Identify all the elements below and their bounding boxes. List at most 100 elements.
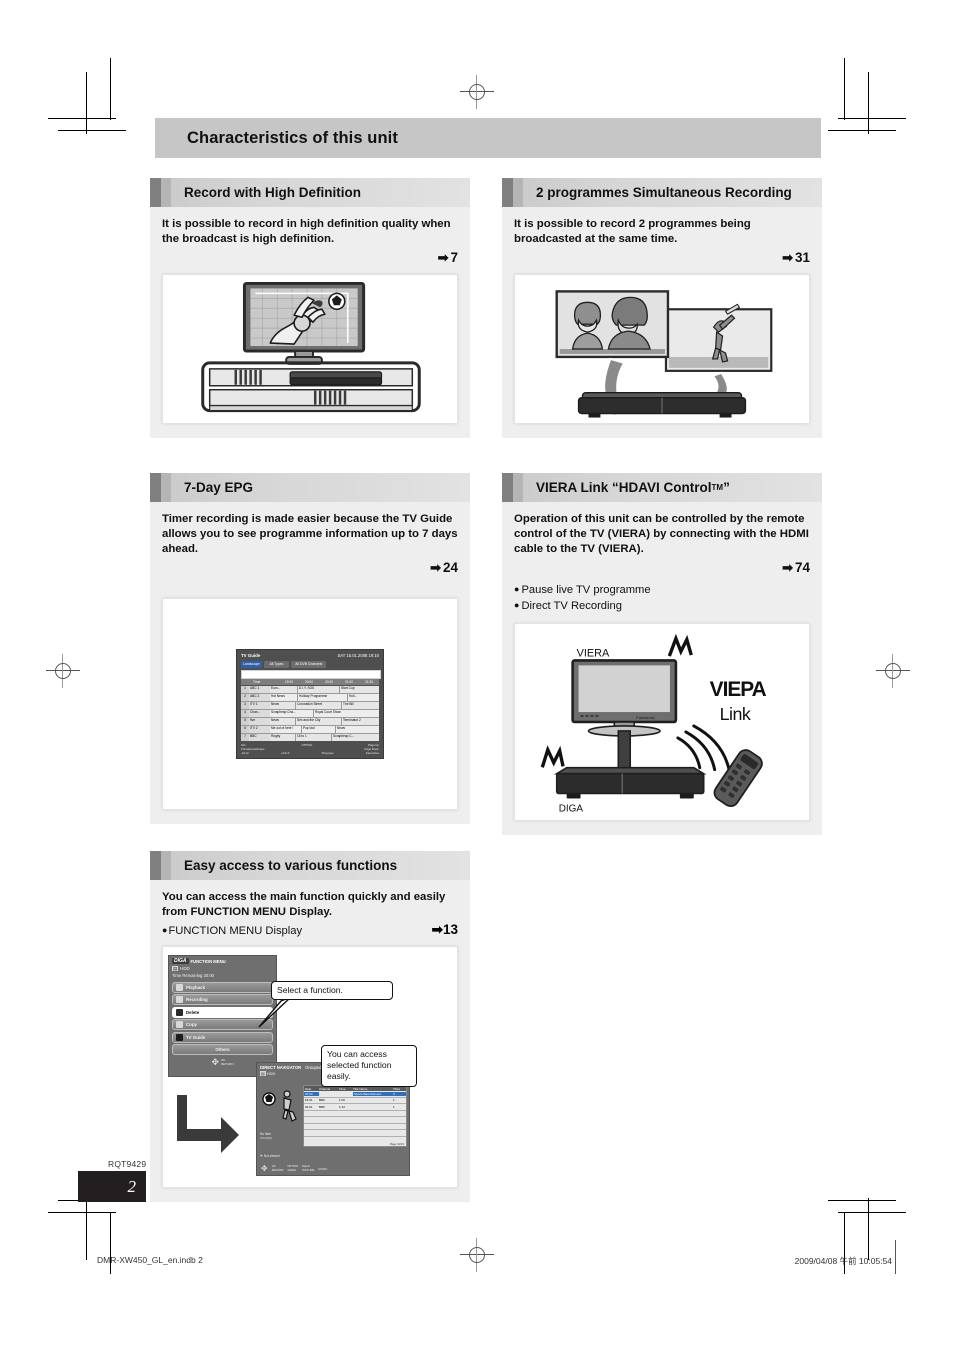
section-lead-text: Operation of this unit can be controlled… [514, 513, 809, 556]
callout-you-can-access: You can access selected function easily. [321, 1045, 417, 1087]
epg-prog: News [270, 702, 296, 710]
section-header-epg: 7-Day EPG [150, 473, 470, 502]
epg-prog: News [270, 718, 296, 726]
section-viera-link-hdavi-control: VIERA Link “HDAVI Control TM” Operation o… [502, 473, 822, 835]
section-lead-text: You can access the main function quickly… [162, 891, 446, 919]
epg-key: +24 Hr [281, 750, 290, 755]
viera-logo-line1: VIEPA [710, 678, 767, 701]
epg-prog: Holiday Programme [298, 694, 348, 702]
epg-key: OPTION [301, 742, 313, 747]
delete-icon [176, 1008, 183, 1016]
tv-label: VIERA [577, 647, 610, 659]
epg-prog: The Bill [343, 702, 354, 707]
epg-row-no: 3 [241, 702, 249, 710]
function-menu-reference-row: ●FUNCTION MENU Display ➡13 [162, 922, 458, 938]
epg-key: -24 Hr [241, 750, 249, 755]
epg-filter-type[interactable]: All Types [263, 661, 290, 669]
epg-datetime: SAT 15.01.2008 19:10 [337, 653, 379, 659]
epg-row-no: 2 [241, 694, 249, 702]
figure-two-programmes-to-recorder [514, 274, 810, 425]
section-heading-text: VIERA Link “HDAVI Control TM” [523, 473, 822, 502]
function-menu-display-label: ●FUNCTION MENU Display [162, 925, 302, 937]
epg-filter-channel[interactable]: All DVB Channels [291, 661, 327, 669]
epg-prog: Hot News [270, 694, 298, 702]
epg-slot: 21:30 [365, 680, 373, 685]
epg-row[interactable]: 2 ABC 2 Hot News Holiday Programme Holi.… [241, 694, 379, 703]
section-body-epg: Timer recording is made easier because t… [150, 502, 470, 825]
dn-no-item-value: 0:00(DR) [260, 1136, 273, 1141]
section-header-viera-link: VIERA Link “HDAVI Control TM” [502, 473, 822, 502]
section-header-easy-access: Easy access to various functions [150, 851, 470, 880]
recorder-label: DIGA [559, 803, 584, 814]
callout-pointer-1 [258, 996, 292, 1028]
epg-row[interactable]: 6 ITV 2 Me out of here ! Pop Idol News [241, 726, 379, 735]
epg-key-guide: Info OPTION Page Up Portrait/Landscape P… [241, 743, 379, 756]
footer-timestamp: 2009/04/08 午前 10:05:54 [794, 1256, 892, 1266]
epg-prog: Euro... [270, 686, 298, 694]
dn-title-table: Date Channel Time Title Name Titles 20.0… [303, 1085, 407, 1148]
section-7-day-epg: 7-Day EPG Timer recording is made easier… [150, 473, 470, 825]
epg-prog: Scrapheap Cha... [270, 710, 314, 718]
col-date: Date [305, 1086, 312, 1091]
header-tab-dark [150, 178, 161, 207]
dn-table-header: Date Channel Time Title Name Titles [304, 1086, 406, 1092]
function-menu-item-playback[interactable]: Playback [172, 981, 273, 993]
tv-guide-icon [176, 1033, 183, 1041]
epg-prog: Sex and the City [296, 718, 342, 726]
epg-time-header: Time 19:30 20:00 20:30 21:00 21:30 [241, 679, 379, 686]
section-body-easy-access: You can access the main function quickly… [150, 880, 470, 1203]
epg-prog: Me out of here ! [270, 726, 302, 734]
epg-slot: 21:00 [345, 680, 353, 685]
epg-row[interactable]: 3 ITV 1 News Coronation Street The Bill [241, 702, 379, 711]
epg-row[interactable]: 4 Chan... Scrapheap Cha... Royal Court S… [241, 710, 379, 719]
two-programmes-illustration [555, 290, 773, 419]
section-heading-text: Easy access to various functions [184, 858, 398, 873]
epg-title: TV Guide [241, 653, 261, 659]
section-header-two-programmes: 2 programmes Simultaneous Recording [502, 178, 822, 207]
bullet-icon: ● [514, 584, 520, 595]
page-reference: ➡ 7 [162, 250, 458, 266]
key-return-label: RETURN [221, 1061, 234, 1066]
epg-selected-programme[interactable] [241, 670, 381, 680]
tv-rack-illustration [201, 282, 421, 413]
function-menu-item-tv-guide[interactable]: TV Guide [172, 1031, 273, 1043]
dn-not-viewed-label: ⚑ Not viewed [260, 1154, 280, 1159]
key-label: MUSIC [318, 1166, 328, 1171]
function-menu-title: FUNCTION MENU [190, 958, 226, 964]
function-menu-titlebar: DIGA FUNCTION MENU [169, 956, 276, 965]
header-tab-mid [513, 178, 523, 207]
epg-row-no: 4 [241, 710, 249, 718]
epg-prog: Scrapheap C... [333, 734, 355, 739]
epg-row[interactable]: 7 BBC Rugby 15 to 1 Scrapheap C... [241, 734, 379, 742]
epg-row-no: 6 [241, 726, 249, 734]
figure-viera-link-setup: VIERA Panasonic DIGA VIEPA Link [514, 622, 810, 821]
item-label: Recording [186, 997, 208, 1003]
figure-tv-on-rack [162, 274, 458, 425]
header-tab-dark [150, 851, 161, 880]
drive-label: HDD [180, 966, 190, 972]
epg-row-no: 5 [241, 718, 249, 726]
arrow-icon: ➡ [430, 560, 441, 576]
function-menu-item-others[interactable]: Others [172, 1044, 273, 1056]
callout-select-a-function: Select a function. [271, 981, 393, 1001]
dn-thumbnail-image [262, 1090, 297, 1122]
section-body-two-programmes: It is possible to record 2 programmes be… [502, 207, 822, 439]
col-channel: Channel [319, 1086, 331, 1091]
epg-row[interactable]: 5 five News Sex and the City Terminator … [241, 718, 379, 727]
epg-time-label: Time [253, 680, 261, 685]
epg-prog: Terminator 2 [343, 718, 361, 723]
direction-pad-icon: ✥ [211, 1057, 220, 1068]
diga-logo: DIGA [172, 958, 189, 965]
playback-icon [176, 983, 183, 991]
footer-filename: DMR-XW450_GL_en.indb 2 [97, 1255, 203, 1265]
epg-filter-genre[interactable]: Landscape [241, 661, 262, 669]
epg-row-channel: five [249, 718, 270, 726]
item-label: TV Guide [186, 1034, 206, 1040]
bullet-icon: ● [162, 925, 168, 936]
manual-page: Characteristics of this unit Record with… [0, 0, 954, 1351]
epg-row[interactable]: 1 ABC 1 Euro... D.I.Y. SOS Start Cup [241, 686, 379, 695]
section-body-viera-link: Operation of this unit can be controlled… [502, 502, 822, 835]
header-tab-mid [161, 851, 171, 880]
dn-page-label: Page 01/01 [389, 1142, 404, 1147]
section-record-with-high-definition: Record with High Definition It is possib… [150, 178, 470, 439]
